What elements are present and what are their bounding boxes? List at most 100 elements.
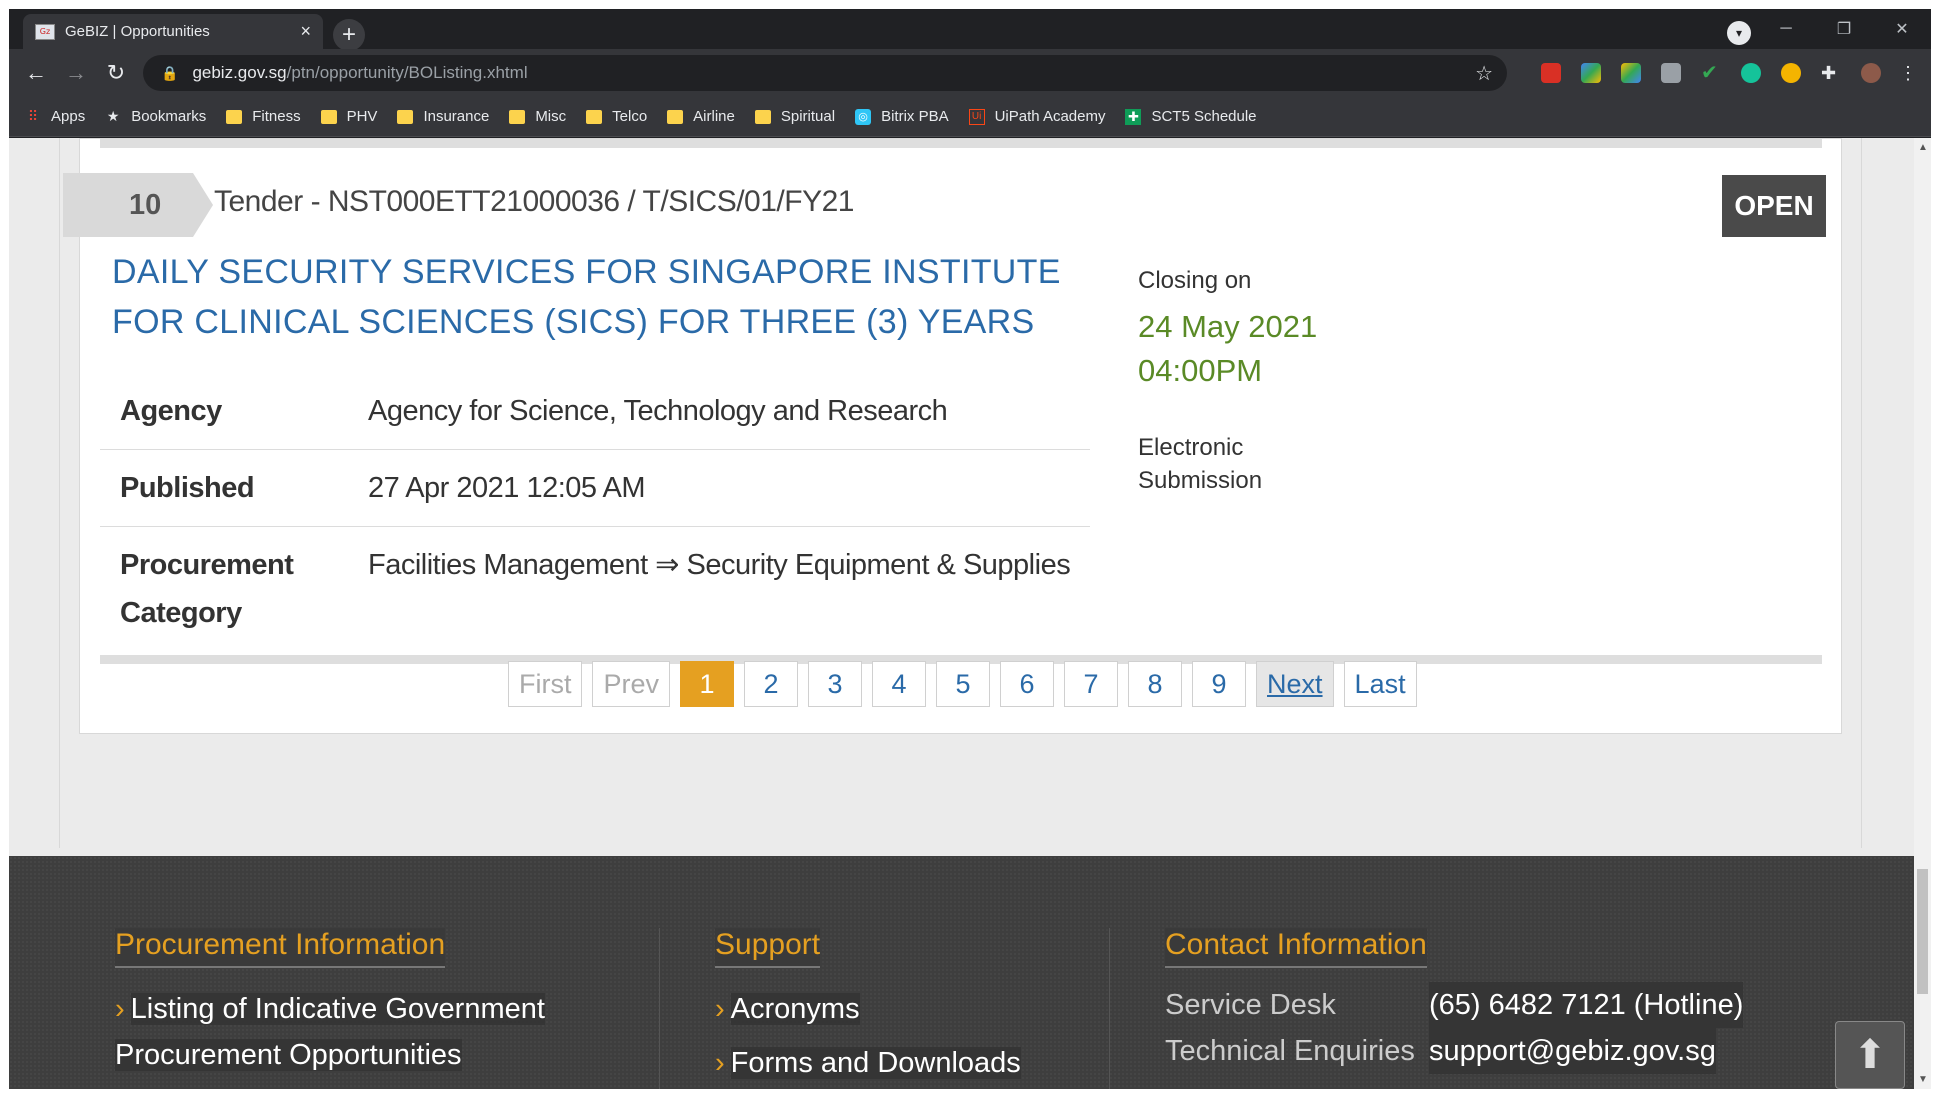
bookmark-spiritual[interactable]: Spiritual: [754, 108, 835, 125]
screenshot-extension-icon[interactable]: [1661, 63, 1681, 83]
bookmark-label: Fitness: [252, 108, 301, 125]
bookmark-airline[interactable]: Airline: [667, 108, 735, 125]
page-first-button[interactable]: First: [508, 661, 583, 707]
top-divider: [100, 139, 1822, 148]
folder-icon: [667, 109, 684, 125]
tab-close-icon[interactable]: ×: [300, 21, 311, 42]
page-9-button[interactable]: 9: [1192, 661, 1247, 707]
pdf-extension-icon[interactable]: [1541, 63, 1561, 83]
page-8-button[interactable]: 8: [1128, 661, 1183, 707]
footer-divider: [1109, 928, 1110, 1089]
page-5-button[interactable]: 5: [936, 661, 991, 707]
bookmark-bitrix[interactable]: ◎ Bitrix PBA: [855, 108, 949, 125]
bookmark-star-icon[interactable]: ☆: [1475, 61, 1493, 86]
footer-link-label: Acronyms: [730, 993, 860, 1025]
bookmark-fitness[interactable]: Fitness: [226, 108, 301, 125]
page-prev-button[interactable]: Prev: [592, 661, 671, 707]
closing-time: 04:00PM: [1138, 353, 1263, 388]
back-icon[interactable]: ←: [21, 58, 51, 88]
bitrix-icon: ◎: [855, 108, 872, 125]
address-bar[interactable]: 🔒 gebiz.gov.sg /ptn/opportunity/BOListin…: [143, 55, 1507, 91]
tab-title: GeBIZ | Opportunities: [65, 23, 210, 40]
scroll-up-icon[interactable]: ▲: [1918, 142, 1928, 153]
opportunity-index: 10: [63, 173, 213, 237]
page-1-button[interactable]: 1: [680, 661, 735, 707]
contact-row-service-desk: Service Desk (65) 6482 7121 (Hotline): [1165, 982, 1805, 1028]
browser-window: Gz GeBIZ | Opportunities × + ▾ ─ ❐ ✕ ← →…: [9, 9, 1931, 1089]
bookmark-sct5[interactable]: ✚ SCT5 Schedule: [1125, 108, 1257, 125]
scrollbar-thumb[interactable]: [1917, 869, 1928, 994]
browser-menu-icon[interactable]: ⋮: [1899, 63, 1919, 83]
contact-email-link[interactable]: support@gebiz.gov.sg: [1429, 1028, 1716, 1074]
page-7-button[interactable]: 7: [1064, 661, 1119, 707]
grammarly-extension-icon[interactable]: [1741, 63, 1761, 83]
forward-icon[interactable]: →: [61, 58, 91, 88]
contact-phone-link[interactable]: (65) 6482 7121 (Hotline): [1429, 982, 1744, 1028]
page-3-button[interactable]: 3: [808, 661, 863, 707]
back-to-top-button[interactable]: ⬆: [1835, 1021, 1905, 1089]
page-scrollbar[interactable]: ▲ ▼: [1914, 138, 1931, 1089]
check-extension-icon[interactable]: ✔: [1701, 63, 1721, 83]
site-footer: Procurement Information › Listing of Indi…: [9, 856, 1914, 1089]
bookmark-bookmarks[interactable]: ★ Bookmarks: [105, 108, 206, 125]
opportunity-title-link[interactable]: DAILY SECURITY SERVICES FOR SINGAPORE IN…: [112, 247, 1092, 347]
profile-avatar[interactable]: [1861, 63, 1881, 83]
bookmark-label: UiPath Academy: [994, 108, 1106, 125]
detail-row-category: Procurement Category Facilities Manageme…: [100, 527, 1090, 651]
footer-link-acronyms[interactable]: › Acronyms: [715, 986, 1055, 1032]
bookmark-label: Insurance: [423, 108, 490, 125]
bookmark-label: SCT5 Schedule: [1151, 108, 1257, 125]
footer-support-column: Support › Acronyms › Forms and Downloads: [715, 928, 1055, 1086]
page-4-button[interactable]: 4: [872, 661, 927, 707]
tab-strip: Gz GeBIZ | Opportunities × + ▾ ─ ❐ ✕: [9, 9, 1931, 51]
details-table: Agency Agency for Science, Technology an…: [100, 373, 1090, 651]
detail-value: Agency for Science, Technology and Resea…: [368, 395, 948, 427]
folder-icon: [586, 109, 603, 125]
browser-toolbar: ← → ↻ 🔒 gebiz.gov.sg /ptn/opportunity/BO…: [9, 49, 1931, 97]
new-tab-button[interactable]: +: [333, 19, 365, 51]
reload-icon[interactable]: ↻: [101, 58, 131, 88]
folder-icon: [397, 109, 414, 125]
opportunity-card: 10 Tender - NST000ETT21000036 / T/SICS/0…: [63, 138, 1842, 734]
page-last-button[interactable]: Last: [1343, 661, 1417, 707]
bookmark-misc[interactable]: Misc: [509, 108, 566, 125]
bookmark-insurance[interactable]: Insurance: [397, 108, 489, 125]
footer-link-forms[interactable]: › Forms and Downloads: [715, 1040, 1055, 1086]
page-next-button[interactable]: Next: [1256, 661, 1334, 707]
page-6-button[interactable]: 6: [1000, 661, 1055, 707]
tab-gebiz[interactable]: Gz GeBIZ | Opportunities ×: [23, 14, 323, 49]
bookmark-telco[interactable]: Telco: [586, 108, 647, 125]
submission-method: Electronic Submission: [1138, 434, 1263, 494]
closing-panel: Closing on 24 May 2021 04:00PM Electroni…: [1138, 267, 1317, 497]
page-2-button[interactable]: 2: [744, 661, 799, 707]
bookmark-label: Airline: [693, 108, 735, 125]
footer-link-indicative-listing[interactable]: › Listing of Indicative Government Procur…: [115, 986, 585, 1078]
bookmark-apps[interactable]: ⠿ Apps: [25, 108, 85, 125]
tab-search-icon[interactable]: ▾: [1727, 21, 1751, 45]
scroll-down-icon[interactable]: ▼: [1918, 1074, 1928, 1085]
drive-extension-icon[interactable]: [1581, 63, 1601, 83]
contact-key: Service Desk: [1165, 989, 1336, 1021]
url-host: gebiz.gov.sg: [192, 63, 287, 82]
footer-procurement-heading: Procurement Information: [115, 928, 446, 968]
restore-icon[interactable]: ❐: [1815, 9, 1873, 49]
bookmark-phv[interactable]: PHV: [320, 108, 377, 125]
drive-extension-2-icon[interactable]: [1621, 63, 1641, 83]
uipath-icon: Ui: [968, 108, 985, 125]
chevron-right-icon: ›: [715, 993, 725, 1025]
footer-contact-column: Contact Information Service Desk (65) 64…: [1165, 928, 1805, 1074]
bookmark-label: Bitrix PBA: [881, 108, 949, 125]
extensions-puzzle-icon[interactable]: ✚: [1821, 63, 1841, 83]
bookmark-uipath[interactable]: Ui UiPath Academy: [968, 108, 1106, 125]
detail-key: Procurement Category: [120, 549, 294, 629]
bookmark-label: Apps: [51, 108, 86, 125]
bookmark-label: Telco: [612, 108, 648, 125]
minimize-icon[interactable]: ─: [1757, 9, 1815, 49]
close-window-icon[interactable]: ✕: [1873, 9, 1931, 49]
gebiz-favicon-icon: Gz: [35, 23, 55, 40]
detail-value: 27 Apr 2021 12:05 AM: [368, 472, 646, 504]
chrome-extension-icon[interactable]: [1781, 63, 1801, 83]
sheets-icon: ✚: [1125, 108, 1142, 125]
detail-key: Agency: [120, 395, 222, 427]
folder-icon: [320, 109, 337, 125]
